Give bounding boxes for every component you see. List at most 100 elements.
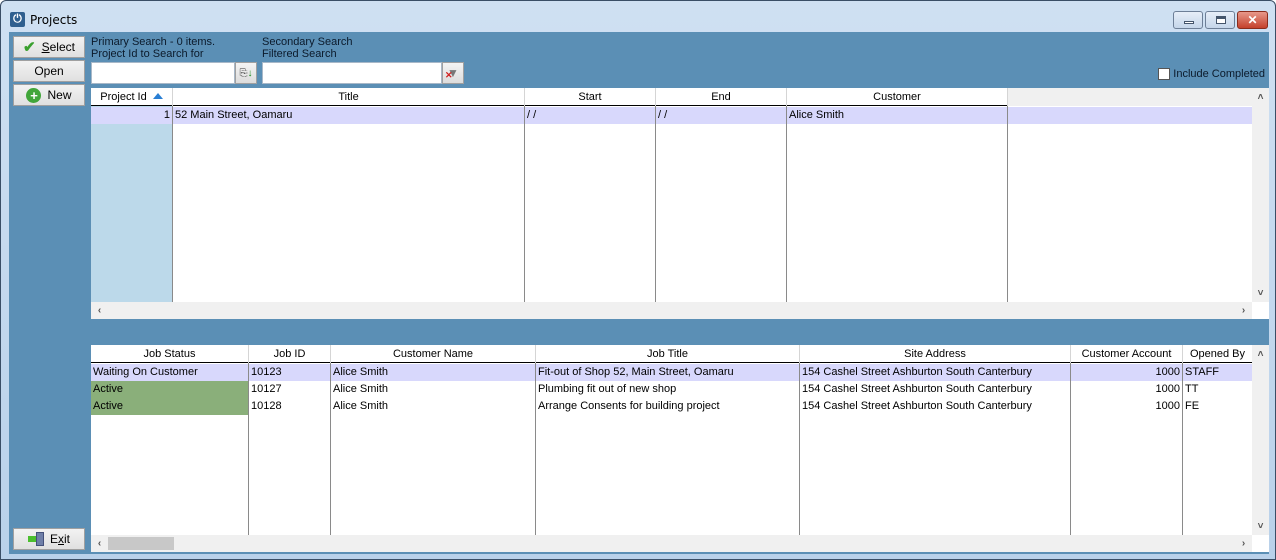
project-end-cell: / / xyxy=(656,107,787,124)
job-opened-by-cell: FE xyxy=(1185,400,1200,412)
jobs-horizontal-scrollbar[interactable]: ‹ › xyxy=(91,535,1252,552)
id-column-band xyxy=(91,106,173,302)
exit-button[interactable]: Exit xyxy=(13,528,85,550)
column-header-job-id[interactable]: Job ID xyxy=(249,345,331,363)
include-completed-checkbox[interactable] xyxy=(1158,68,1171,80)
job-row[interactable]: Waiting On Customer 10123 Alice Smith Fi… xyxy=(91,364,1252,381)
primary-search-input[interactable] xyxy=(91,62,235,84)
primary-search-button[interactable]: ⎘↓ xyxy=(235,62,257,84)
primary-search-label: Primary Search - 0 items. Project Id to … xyxy=(91,36,215,60)
column-header-customer[interactable]: Customer xyxy=(787,88,1008,106)
job-id-cell: 10123 xyxy=(249,364,331,381)
new-label: New xyxy=(47,88,72,102)
open-button[interactable]: Open xyxy=(13,60,85,82)
job-customer-cell: Alice Smith xyxy=(331,381,536,398)
primary-search-count: Primary Search - 0 items. xyxy=(91,36,216,48)
scroll-up-icon[interactable]: ˄ xyxy=(1252,346,1269,363)
exit-label: Exit xyxy=(49,532,70,546)
projects-window: ⏻ Projects ✕ ✔ Select Open + New Exit Pr… xyxy=(0,0,1276,560)
job-title-cell: Fit-out of Shop 52, Main Street, Oamaru xyxy=(536,364,800,381)
maximize-icon xyxy=(1216,16,1226,24)
copy-sort-down-icon: ⎘↓ xyxy=(239,67,253,79)
column-header-title[interactable]: Title xyxy=(173,88,525,106)
column-header-start[interactable]: Start xyxy=(525,88,656,106)
maximize-button[interactable] xyxy=(1205,11,1235,29)
plus-circle-icon: + xyxy=(26,87,42,103)
jobs-grid: Job Status Job ID Customer Name Job Titl… xyxy=(91,345,1269,552)
scroll-left-icon[interactable]: ‹ xyxy=(91,302,108,319)
secondary-search-label: Secondary Search Filtered Search xyxy=(262,36,353,60)
projects-grid: Project Id Title Start End Customer 1 52… xyxy=(91,88,1269,319)
project-start-cell: / / xyxy=(525,107,656,124)
scroll-left-icon[interactable]: ‹ xyxy=(91,535,108,552)
column-header-project-id[interactable]: Project Id xyxy=(91,88,173,106)
job-account-cell: 1000 xyxy=(1071,398,1183,415)
secondary-search-title: Secondary Search xyxy=(262,36,353,48)
job-account-cell: 1000 xyxy=(1071,364,1183,381)
secondary-search-input[interactable] xyxy=(262,62,442,84)
scroll-right-icon[interactable]: › xyxy=(1235,302,1252,319)
project-title-cell: 52 Main Street, Oamaru xyxy=(173,107,525,124)
scroll-down-icon[interactable]: ˅ xyxy=(1252,285,1269,302)
clear-filter-icon: ▼ ✕ xyxy=(445,66,459,80)
close-icon: ✕ xyxy=(1247,13,1258,27)
projects-horizontal-scrollbar[interactable]: ‹ › xyxy=(91,302,1252,319)
job-address-cell: 154 Cashel Street Ashburton South Canter… xyxy=(800,381,1071,398)
minimize-icon xyxy=(1184,21,1194,24)
job-address-cell: 154 Cashel Street Ashburton South Canter… xyxy=(800,398,1071,415)
column-header-customer-name[interactable]: Customer Name xyxy=(331,345,536,363)
open-label: Open xyxy=(34,64,64,78)
power-icon: ⏻ xyxy=(10,12,25,27)
scroll-up-icon[interactable]: ˄ xyxy=(1252,89,1269,106)
exit-door-icon xyxy=(27,532,44,546)
window-title: Projects xyxy=(30,13,78,27)
job-address-cell: 154 Cashel Street Ashburton South Canter… xyxy=(800,364,1071,381)
jobs-grid-header: Job Status Job ID Customer Name Job Titl… xyxy=(91,345,1252,363)
column-header-filler xyxy=(1008,88,1252,106)
column-header-site-address[interactable]: Site Address xyxy=(800,345,1071,363)
sort-ascending-icon xyxy=(152,93,163,99)
job-title-cell: Plumbing fit out of new shop xyxy=(536,381,800,398)
job-account-cell: 1000 xyxy=(1071,381,1183,398)
projects-grid-header: Project Id Title Start End Customer xyxy=(91,88,1252,106)
job-title-cell: Arrange Consents for building project xyxy=(536,398,800,415)
minimize-button[interactable] xyxy=(1173,11,1203,29)
clear-filter-button[interactable]: ▼ ✕ xyxy=(442,62,464,84)
scroll-thumb[interactable] xyxy=(108,537,174,550)
close-button[interactable]: ✕ xyxy=(1237,11,1268,29)
select-label: Select xyxy=(41,40,75,54)
column-header-opened-by[interactable]: Opened By xyxy=(1183,345,1252,363)
include-completed-label: Include Completed xyxy=(1173,68,1265,80)
job-status-cell: Active xyxy=(91,398,249,415)
project-row[interactable]: 1 52 Main Street, Oamaru / / / / Alice S… xyxy=(91,107,1252,124)
project-id-cell: 1 xyxy=(91,107,173,124)
primary-search-hint: Project Id to Search for xyxy=(91,48,204,60)
checkmark-icon: ✔ xyxy=(23,38,36,56)
job-id-cell: 10128 xyxy=(249,398,331,415)
job-status-cell: Active xyxy=(91,381,249,398)
client-area: ✔ Select Open + New Exit Primary Search … xyxy=(9,32,1269,554)
column-header-end[interactable]: End xyxy=(656,88,787,106)
new-button[interactable]: + New xyxy=(13,84,85,106)
secondary-search-hint: Filtered Search xyxy=(262,48,337,60)
scroll-right-icon[interactable]: › xyxy=(1235,535,1252,552)
column-header-job-title[interactable]: Job Title xyxy=(536,345,800,363)
jobs-vertical-scrollbar[interactable]: ˄ ˅ xyxy=(1252,345,1269,535)
job-opened-by-cell: STAFF xyxy=(1185,366,1220,378)
project-customer-cell: Alice Smith xyxy=(787,107,1008,124)
project-filler-cell xyxy=(1008,107,1252,124)
projects-vertical-scrollbar[interactable]: ˄ ˅ xyxy=(1252,88,1269,302)
job-customer-cell: Alice Smith xyxy=(331,364,536,381)
column-header-customer-account[interactable]: Customer Account xyxy=(1071,345,1183,363)
job-opened-by-cell: TT xyxy=(1185,383,1199,395)
job-status-cell: Waiting On Customer xyxy=(91,364,249,381)
job-customer-cell: Alice Smith xyxy=(331,398,536,415)
job-id-cell: 10127 xyxy=(249,381,331,398)
job-row[interactable]: Active 10128 Alice Smith Arrange Consent… xyxy=(91,398,1252,415)
select-button[interactable]: ✔ Select xyxy=(13,36,85,58)
scroll-down-icon[interactable]: ˅ xyxy=(1252,518,1269,535)
include-completed-toggle[interactable]: Include Completed xyxy=(1158,68,1265,80)
column-header-job-status[interactable]: Job Status xyxy=(91,345,249,363)
job-row[interactable]: Active 10127 Alice Smith Plumbing fit ou… xyxy=(91,381,1252,398)
title-bar[interactable]: ⏻ Projects ✕ xyxy=(1,1,1275,32)
